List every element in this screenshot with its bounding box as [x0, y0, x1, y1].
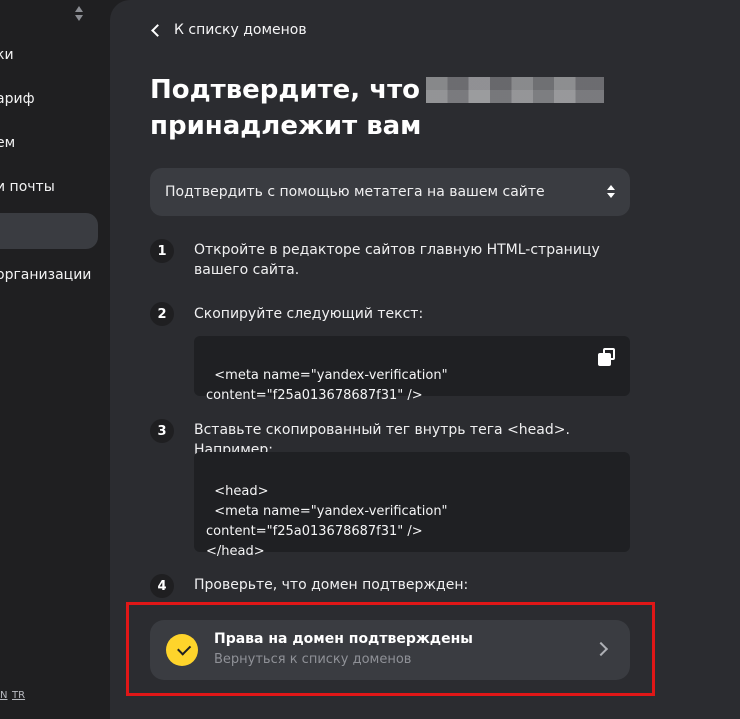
sidebar-item-active[interactable] — [0, 213, 98, 249]
verification-method-select[interactable]: Подтвердить с помощью метатега на вашем … — [150, 168, 630, 216]
page-title-line1: Подтвердите, что — [150, 75, 421, 105]
sidebar-item[interactable]: ки — [0, 47, 14, 63]
example-code-text: <head> <meta name="yandex-verification" … — [206, 484, 448, 559]
lang-link[interactable]: N — [0, 690, 7, 701]
back-link[interactable]: К списку доменов — [150, 20, 307, 40]
select-arrows-icon — [606, 185, 616, 201]
step-number: 4 — [150, 574, 174, 598]
step-text: Скопируйте следующий текст: — [194, 306, 424, 322]
page-title-line2: принадлежит вам — [150, 111, 422, 141]
step-number: 3 — [150, 419, 174, 443]
step-text: Проверьте, что домен подтвержден: — [194, 577, 469, 593]
chevron-left-icon — [151, 23, 164, 37]
redacted-domain — [426, 77, 605, 103]
select-value: Подтвердить с помощью метатега на вашем … — [165, 184, 545, 200]
step-text: Откройте в редакторе сайтов главную HTML… — [194, 242, 600, 278]
sidebar-item-mail[interactable]: и почты — [0, 179, 55, 195]
sidebar-item-tariff[interactable]: ариф — [0, 91, 35, 107]
meta-code-text: <meta name="yandex-verification" content… — [206, 368, 448, 403]
meta-code-block[interactable]: <meta name="yandex-verification" content… — [194, 336, 630, 403]
step-number: 1 — [150, 239, 174, 263]
lang-link-tr[interactable]: TR — [12, 690, 25, 701]
sidebar-item[interactable]: ем — [0, 135, 15, 151]
sidebar: ки ариф ем и почты организации N TR — [0, 0, 110, 719]
switcher-arrows-icon[interactable] — [73, 6, 85, 22]
copy-icon[interactable] — [598, 348, 616, 366]
sidebar-item-organization[interactable]: организации — [0, 267, 91, 283]
step-number: 2 — [150, 302, 174, 326]
example-code-block: <head> <meta name="yandex-verification" … — [194, 452, 630, 559]
highlight-frame — [126, 602, 655, 696]
back-link-label: К списку доменов — [174, 22, 307, 38]
page-title: Подтвердите, что принадлежит вам — [150, 72, 650, 144]
